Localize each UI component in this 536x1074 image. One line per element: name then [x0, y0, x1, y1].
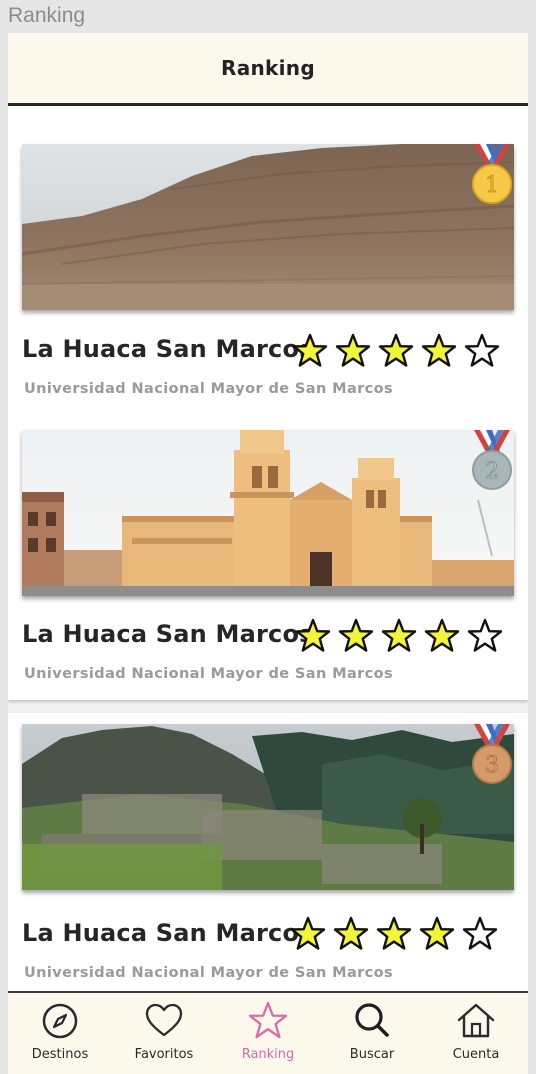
star-filled-icon [421, 333, 457, 367]
place-subtitle: Universidad Nacional Mayor de San Marcos [24, 381, 394, 397]
star-filled-icon [292, 333, 328, 367]
app-screen: Ranking 1 La Huaca San Marcos Universida… [8, 33, 528, 1074]
rating-stars [295, 618, 503, 654]
tab-label: Favoritos [134, 1047, 194, 1062]
home-icon [457, 1003, 495, 1038]
silver-medal-icon: 2 [472, 430, 512, 490]
star-filled-icon [295, 618, 331, 652]
svg-text:3: 3 [485, 753, 499, 778]
window-title: Ranking [8, 4, 86, 27]
star-empty-icon [464, 333, 500, 367]
star-filled-icon [335, 333, 371, 367]
tab-cuenta[interactable]: Cuenta [424, 993, 528, 1074]
bronze-medal-icon: 3 [472, 724, 512, 784]
bottom-tab-bar: Destinos Favoritos Ranking Buscar Cuenta [8, 991, 528, 1074]
tab-favoritos[interactable]: Favoritos [112, 993, 216, 1074]
place-subtitle: Universidad Nacional Mayor de San Marcos [24, 666, 394, 682]
star-filled-icon [333, 916, 369, 950]
ranking-list[interactable]: 1 La Huaca San Marcos Universidad Nacion… [8, 109, 528, 991]
heart-icon [145, 1003, 183, 1037]
tab-label: Ranking [241, 1047, 295, 1062]
tab-label: Buscar [349, 1047, 395, 1062]
gold-medal-icon: 1 [472, 144, 512, 204]
rating-stars [292, 333, 500, 369]
svg-text:1: 1 [485, 173, 499, 198]
place-image-huaca: 1 [22, 144, 514, 310]
star-filled-icon [338, 618, 374, 652]
compass-icon [42, 1003, 78, 1039]
search-icon [355, 1003, 389, 1037]
star-filled-icon [376, 916, 412, 950]
tab-buscar[interactable]: Buscar [320, 993, 424, 1074]
star-icon [248, 1001, 288, 1039]
page-title: Ranking [221, 56, 315, 80]
place-title: La Huaca San Marcos [22, 620, 314, 648]
place-image-machu-picchu: 3 [22, 724, 514, 890]
star-filled-icon [290, 916, 326, 950]
star-empty-icon [462, 916, 498, 950]
place-title: La Huaca San Marcos [22, 335, 314, 363]
svg-text:2: 2 [485, 459, 499, 484]
tab-label: Cuenta [452, 1047, 500, 1062]
place-title: La Huaca San Marcos [22, 919, 314, 947]
tab-destinos[interactable]: Destinos [8, 993, 112, 1074]
ranking-card-3[interactable]: 3 La Huaca San Marcos Universidad Nacion… [8, 713, 528, 991]
star-filled-icon [381, 618, 417, 652]
rating-stars [290, 916, 498, 952]
star-empty-icon [467, 618, 503, 652]
star-filled-icon [378, 333, 414, 367]
app-header: Ranking [8, 33, 528, 106]
place-image-cathedral: 2 [22, 430, 514, 596]
tab-label: Destinos [31, 1047, 89, 1062]
tab-ranking[interactable]: Ranking [216, 993, 320, 1074]
star-filled-icon [424, 618, 460, 652]
place-subtitle: Universidad Nacional Mayor de San Marcos [24, 965, 394, 981]
star-filled-icon [419, 916, 455, 950]
ranking-card-1[interactable]: 1 La Huaca San Marcos Universidad Nacion… [8, 109, 528, 448]
ranking-card-2[interactable]: 2 La Huaca San Marcos Universidad Nacion… [8, 430, 528, 700]
